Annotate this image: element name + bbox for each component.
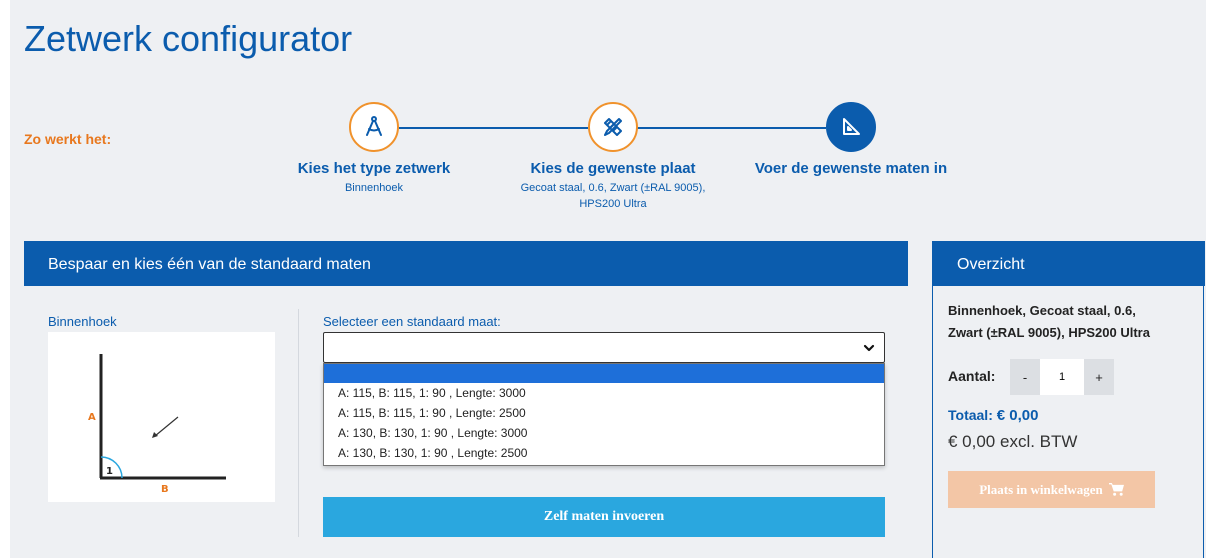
select-option[interactable]: A: 130, B: 130, 1: 90 , Lengte: 2500 <box>324 443 884 463</box>
price-excl-vat: € 0,00 excl. BTW <box>948 432 1078 451</box>
select-option[interactable]: A: 115, B: 115, 1: 90 , Lengte: 2500 <box>324 403 884 423</box>
how-it-works-label: Zo werkt het: <box>24 131 112 147</box>
inner-corner-diagram: 1 A B <box>88 354 226 495</box>
ruler-pencil-icon <box>604 118 622 136</box>
chevron-down-icon <box>863 344 875 352</box>
add-to-cart-label: Plaats in winkelwagen <box>979 481 1103 497</box>
step-2-subtitle-line2: HPS200 Ultra <box>579 198 647 210</box>
page: Zetwerk configurator Zo werkt het: Kies … <box>0 0 1206 558</box>
select-dropdown-list: A: 115, B: 115, 1: 90 , Lengte: 3000 A: … <box>323 363 885 466</box>
shape-diagram: 1 A B <box>48 332 275 502</box>
step-3-title: Voer de gewenste maten in <box>754 160 948 177</box>
diagram-label-b: B <box>161 484 169 495</box>
panel-header: Bespaar en kies één van de standaard mat… <box>24 241 908 286</box>
quantity-input[interactable] <box>1040 359 1084 395</box>
select-option-empty[interactable] <box>324 364 884 383</box>
diagram-label-a: A <box>88 412 96 423</box>
standard-sizes-panel: Bespaar en kies één van de standaard mat… <box>24 241 908 558</box>
step-1-circle[interactable] <box>349 102 399 152</box>
diagram-arrow-line <box>154 416 179 437</box>
select-option[interactable]: A: 130, B: 130, 1: 90 , Lengte: 3000 <box>324 423 884 443</box>
quantity-decrease-button[interactable]: - <box>1010 359 1040 395</box>
step-connector-1 <box>399 127 588 129</box>
total-label: Totaal: <box>948 407 993 423</box>
select-option[interactable]: A: 115, B: 115, 1: 90 , Lengte: 3000 <box>324 383 884 403</box>
step-1-subtitle: Binnenhoek <box>344 182 404 194</box>
quantity-label: Aantal: <box>948 368 996 384</box>
add-to-cart-button[interactable]: Plaats in winkelwagen <box>948 471 1155 508</box>
overview-product: Binnenhoek, Gecoat staal, 0.6, Zwart (±R… <box>948 300 1198 344</box>
set-square-icon <box>843 118 860 135</box>
quantity-increase-button[interactable]: + <box>1084 359 1114 395</box>
step-1-title: Kies het type zetwerk <box>297 160 451 177</box>
step-3-circle[interactable] <box>826 102 876 152</box>
overview-product-line2: Zwart (±RAL 9005), HPS200 Ultra <box>948 325 1150 340</box>
diagram-angle-label: 1 <box>106 466 113 477</box>
enter-own-sizes-button[interactable]: Zelf maten invoeren <box>323 497 885 537</box>
step-2-circle[interactable] <box>588 102 638 152</box>
total-price: Totaal: € 0,00 <box>948 407 1038 424</box>
step-2-subtitle-line1: Gecoat staal, 0.6, Zwart (±RAL 9005), <box>520 182 706 194</box>
select-label: Selecteer een standaard maat: <box>323 314 501 329</box>
page-title: Zetwerk configurator <box>24 18 353 59</box>
shopping-cart-icon <box>1108 482 1124 496</box>
overview-product-line1: Binnenhoek, Gecoat staal, 0.6, <box>948 303 1136 318</box>
total-value: € 0,00 <box>996 407 1039 424</box>
shape-label: Binnenhoek <box>48 314 117 329</box>
step-2-title: Kies de gewenste plaat <box>530 160 696 177</box>
panel-divider <box>298 309 299 537</box>
step-connector-2 <box>637 127 826 129</box>
overview-header: Overzicht <box>933 241 1205 286</box>
overview-panel: Overzicht Binnenhoek, Gecoat staal, 0.6,… <box>932 241 1205 558</box>
compass-icon <box>366 116 382 136</box>
standard-size-select[interactable] <box>323 332 885 363</box>
